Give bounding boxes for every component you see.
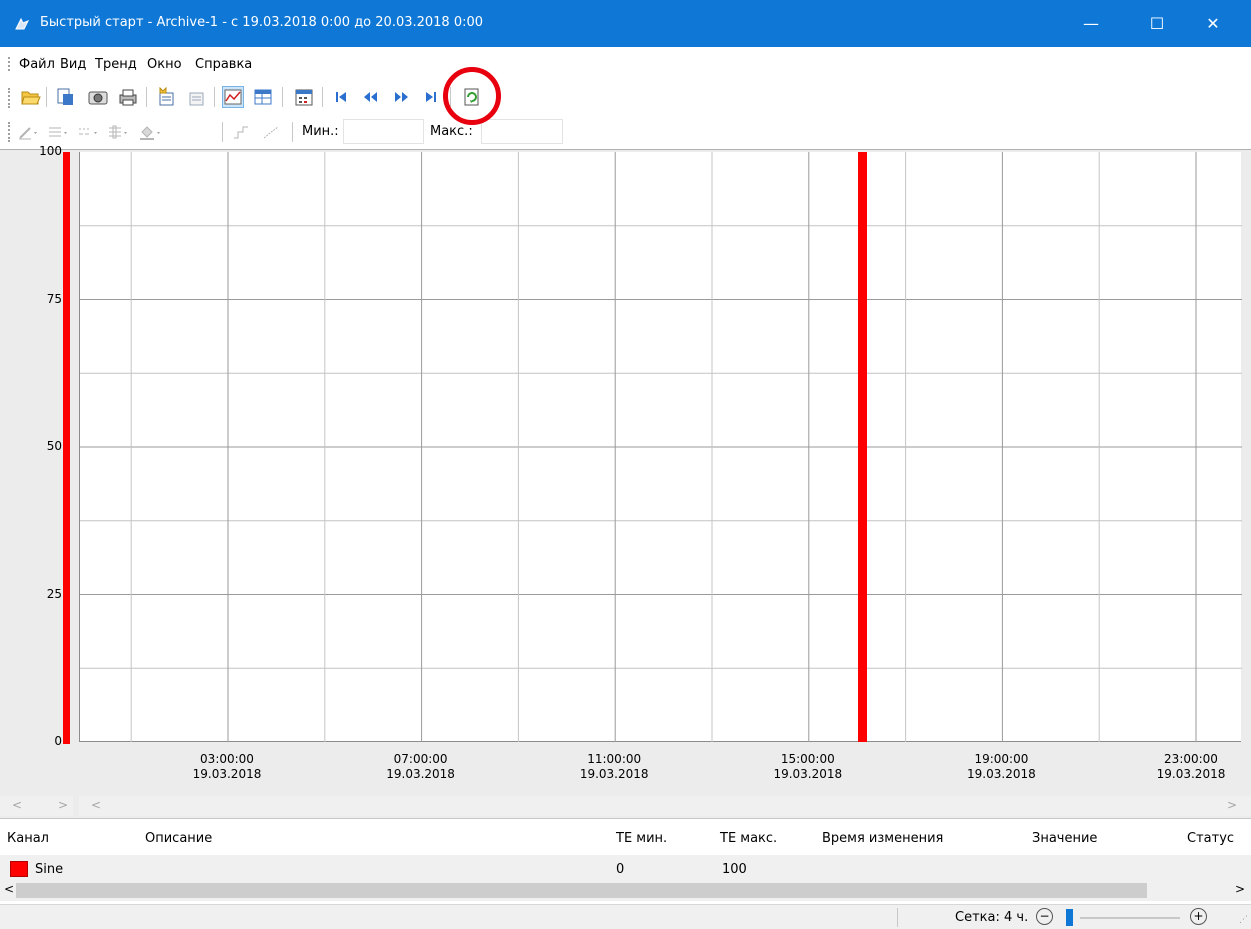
- x-tick-label: 19:00:00 19.03.2018: [967, 752, 1036, 781]
- cell-channel: Sine: [35, 862, 64, 877]
- table-scrollbar[interactable]: < >: [0, 880, 1251, 901]
- plot-svg: [80, 152, 1242, 742]
- add-channel-icon[interactable]: [156, 86, 178, 108]
- refresh-highlight: [443, 67, 501, 125]
- table-view-icon[interactable]: [252, 86, 274, 108]
- table-scroll-left-icon[interactable]: <: [4, 882, 14, 896]
- col-header-value[interactable]: Значение: [1032, 831, 1097, 846]
- x-tick-label: 03:00:00 19.03.2018: [192, 752, 262, 781]
- last-icon[interactable]: [420, 86, 442, 108]
- min-input[interactable]: [343, 119, 424, 144]
- col-header-te-max[interactable]: ТЕ макс.: [720, 831, 777, 846]
- table-row[interactable]: [0, 855, 1251, 881]
- menu-trend[interactable]: Тренд: [95, 57, 137, 72]
- col-header-changed[interactable]: Время изменения: [822, 831, 943, 846]
- zoom-slider-thumb[interactable]: [1066, 909, 1073, 926]
- scroll-left-icon[interactable]: <: [12, 798, 22, 812]
- col-header-te-min[interactable]: ТЕ мин.: [616, 831, 667, 846]
- maximize-button[interactable]: ☐: [1134, 0, 1180, 47]
- x-tick-label: 23:00:00 19.03.2018: [1156, 752, 1226, 781]
- menu-grip: [8, 57, 11, 71]
- title-bar: Быстрый старт - Archive-1 - с 19.03.2018…: [0, 0, 1251, 47]
- y-tick-label: 25: [46, 586, 62, 601]
- print-icon[interactable]: [117, 86, 139, 108]
- series-scale-bar: [63, 152, 70, 744]
- remove-channel-icon[interactable]: [186, 86, 208, 108]
- col-header-status[interactable]: Статус: [1187, 831, 1234, 846]
- close-button[interactable]: ✕: [1190, 0, 1236, 47]
- y-tick-label: 100: [39, 144, 62, 158]
- xscroll-left-icon[interactable]: <: [91, 798, 101, 812]
- menu-bar: Файл Вид Тренд Окно Справка: [0, 47, 1251, 80]
- menu-view[interactable]: Вид: [60, 57, 86, 72]
- toolbar-grip: [8, 88, 11, 108]
- forward-icon[interactable]: [390, 86, 412, 108]
- export-icon[interactable]: [54, 86, 76, 108]
- menu-window[interactable]: Окно: [147, 57, 182, 72]
- status-bar: Сетка: 4 ч. − + ⋰: [0, 904, 1251, 929]
- toolbar2-grip: [8, 122, 11, 142]
- col-header-description[interactable]: Описание: [145, 831, 212, 846]
- cell-te-min: 0: [616, 862, 625, 877]
- x-tick-label: 15:00:00 19.03.2018: [773, 752, 843, 781]
- marker-style-icon[interactable]: [107, 121, 131, 143]
- minimize-button[interactable]: —: [1068, 0, 1114, 47]
- grid-label: Сетка: 4 ч.: [955, 910, 1029, 925]
- chart-view-icon[interactable]: [222, 86, 244, 108]
- camera-icon[interactable]: [87, 86, 109, 108]
- zoom-out-icon[interactable]: −: [1036, 908, 1053, 925]
- line-style-icon[interactable]: [47, 121, 71, 143]
- x-axis: 03:00:00 19.03.2018 07:00:00 19.03.2018 11:0…: [79, 743, 1241, 796]
- window-title: Быстрый старт - Archive-1 - с 19.03.2018…: [40, 15, 484, 30]
- table-scroll-thumb[interactable]: [16, 883, 1147, 898]
- y-tick-label: 50: [46, 439, 62, 453]
- y-scrollbar[interactable]: < >: [0, 796, 73, 816]
- cell-te-max: 100: [722, 862, 747, 877]
- fill-color-icon[interactable]: [138, 121, 164, 143]
- time-cursor-bar[interactable]: [858, 152, 867, 742]
- line-color-icon[interactable]: [17, 121, 41, 143]
- back-icon[interactable]: [360, 86, 382, 108]
- y-tick-label: 75: [46, 291, 62, 306]
- calendar-icon[interactable]: [293, 86, 315, 108]
- interpolated-line-icon[interactable]: [260, 121, 282, 143]
- min-label: Мин.:: [302, 124, 339, 139]
- zoom-in-icon[interactable]: +: [1190, 908, 1207, 925]
- max-label: Макс.:: [430, 124, 473, 139]
- scroll-right-icon[interactable]: >: [58, 798, 68, 812]
- app-icon: [15, 17, 30, 30]
- format-toolbar: Мин.: Макс.:: [0, 114, 1251, 149]
- xscroll-right-icon[interactable]: >: [1227, 798, 1237, 812]
- max-input[interactable]: [481, 119, 563, 144]
- channel-color-swatch[interactable]: [10, 861, 28, 877]
- table-scroll-right-icon[interactable]: >: [1235, 882, 1245, 896]
- plot-area[interactable]: [79, 152, 1242, 742]
- zoom-slider[interactable]: [1080, 917, 1180, 919]
- line-dash-icon[interactable]: [77, 121, 101, 143]
- x-tick-label: 07:00:00 19.03.2018: [386, 752, 455, 781]
- menu-help[interactable]: Справка: [195, 57, 252, 72]
- x-tick-label: 11:00:00 19.03.2018: [579, 752, 649, 781]
- open-folder-icon[interactable]: [20, 86, 42, 108]
- x-scrollbar[interactable]: < >: [79, 796, 1251, 816]
- resize-grip-icon[interactable]: ⋰: [1239, 915, 1248, 925]
- main-toolbar: [0, 80, 1251, 114]
- col-header-channel[interactable]: Канал: [7, 831, 49, 846]
- menu-file[interactable]: Файл: [19, 57, 55, 72]
- y-tick-label: 0: [54, 734, 62, 748]
- first-icon[interactable]: [330, 86, 352, 108]
- step-line-icon[interactable]: [230, 121, 252, 143]
